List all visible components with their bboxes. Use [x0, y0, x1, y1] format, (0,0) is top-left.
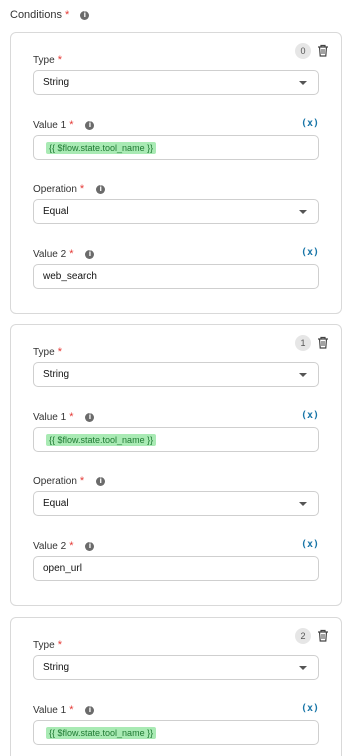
type-value: String — [43, 77, 70, 88]
value1-label: Value 1 — [33, 704, 67, 716]
type-value: String — [43, 662, 70, 673]
conditions-label: Conditions — [10, 9, 62, 21]
value2-field: Value 2 * i (x) open_url — [33, 539, 319, 584]
type-select[interactable]: String — [33, 70, 319, 95]
required-mark: * — [64, 9, 70, 21]
operation-field: Operation * i Equal — [33, 474, 319, 519]
variable-chip: {{ $flow.state.tool_name }} — [46, 433, 157, 446]
type-label: Type — [33, 346, 55, 358]
operation-select[interactable]: Equal — [33, 491, 319, 516]
value1-label: Value 1 — [33, 119, 67, 131]
variable-chip: {{ $flow.state.tool_name }} — [46, 726, 157, 739]
value2-value: open_url — [43, 563, 82, 574]
value2-label: Value 2 — [33, 248, 67, 260]
operation-select[interactable]: Equal — [33, 199, 319, 224]
required-mark: * — [69, 119, 74, 131]
value2-label: Value 2 — [33, 540, 67, 552]
operation-label: Operation — [33, 475, 77, 487]
value2-field: Value 2 * i (x) web_search — [33, 247, 319, 292]
info-icon[interactable]: i — [85, 120, 95, 130]
condition-card-1: 1 Type * String Value 1 * i (x) {{ $flow.st… — [10, 324, 342, 606]
operation-value: Equal — [43, 498, 69, 509]
required-mark: * — [79, 475, 85, 487]
variable-toggle-button[interactable]: (x) — [301, 247, 319, 258]
required-mark: * — [57, 639, 62, 651]
type-label: Type — [33, 639, 55, 651]
info-icon[interactable]: i — [96, 184, 106, 194]
condition-card-2: 2 Type * String Value 1 * i (x) {{ $flow.st… — [10, 617, 342, 756]
required-mark: * — [79, 183, 85, 195]
operation-label: Operation — [33, 183, 77, 195]
value1-input[interactable]: {{ $flow.state.tool_name }} — [33, 720, 319, 745]
info-icon[interactable]: i — [85, 705, 95, 715]
chevron-down-icon — [299, 210, 307, 214]
info-icon[interactable]: i — [85, 412, 95, 422]
variable-toggle-button[interactable]: (x) — [301, 703, 319, 714]
operation-value: Equal — [43, 206, 69, 217]
type-select[interactable]: String — [33, 655, 319, 680]
type-select[interactable]: String — [33, 362, 319, 387]
value1-field: Value 1 * i (x) {{ $flow.state.tool_name }… — [33, 118, 319, 163]
value1-input[interactable]: {{ $flow.state.tool_name }} — [33, 135, 319, 160]
required-mark: * — [57, 346, 62, 358]
value2-input[interactable]: open_url — [33, 556, 319, 581]
info-icon[interactable]: i — [96, 476, 106, 486]
value2-value: web_search — [43, 271, 97, 282]
chevron-down-icon — [299, 373, 307, 377]
value1-label: Value 1 — [33, 411, 67, 423]
variable-chip: {{ $flow.state.tool_name }} — [46, 141, 157, 154]
conditions-header: Conditions * i — [10, 8, 90, 22]
value1-input[interactable]: {{ $flow.state.tool_name }} — [33, 427, 319, 452]
required-mark: * — [69, 411, 74, 423]
condition-card-0: 0 Type * String Value 1 * i (x) {{ $flow.st… — [10, 32, 342, 314]
required-mark: * — [69, 248, 74, 260]
variable-toggle-button[interactable]: (x) — [301, 539, 319, 550]
info-icon[interactable]: i — [80, 10, 90, 20]
chevron-down-icon — [299, 666, 307, 670]
required-mark: * — [69, 704, 74, 716]
value1-field: Value 1 * i (x) {{ $flow.state.tool_name }… — [33, 410, 319, 455]
value1-field: Value 1 * i (x) {{ $flow.state.tool_name }… — [33, 703, 319, 748]
type-label: Type — [33, 54, 55, 66]
chevron-down-icon — [299, 81, 307, 85]
required-mark: * — [57, 54, 62, 66]
chevron-down-icon — [299, 502, 307, 506]
variable-toggle-button[interactable]: (x) — [301, 410, 319, 421]
info-icon[interactable]: i — [85, 541, 95, 551]
operation-field: Operation * i Equal — [33, 182, 319, 227]
value2-input[interactable]: web_search — [33, 264, 319, 289]
required-mark: * — [69, 540, 74, 552]
type-field: Type * String — [33, 345, 319, 390]
variable-toggle-button[interactable]: (x) — [301, 118, 319, 129]
info-icon[interactable]: i — [85, 249, 95, 259]
type-value: String — [43, 369, 70, 380]
type-field: Type * String — [33, 53, 319, 98]
type-field: Type * String — [33, 638, 319, 683]
